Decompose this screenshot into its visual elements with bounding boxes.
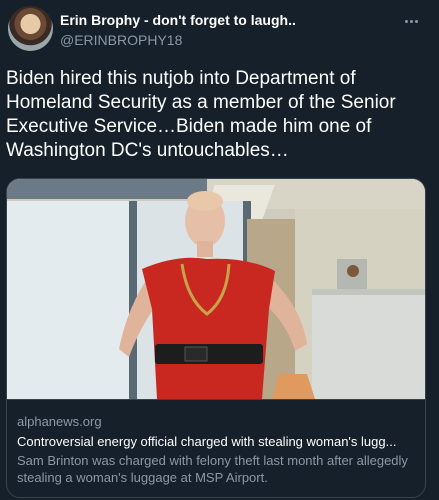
tweet[interactable]: Erin Brophy - don't forget to laugh.. @E… xyxy=(0,0,439,500)
link-card[interactable]: alphanews.org Controversial energy offic… xyxy=(6,178,426,498)
card-photo xyxy=(7,179,425,399)
author-names: Erin Brophy - don't forget to laugh.. @E… xyxy=(60,12,380,49)
tweet-text: Biden hired this nutjob into Department … xyxy=(6,68,396,161)
more-horizontal-icon[interactable] xyxy=(405,10,425,24)
tweet-header: Erin Brophy - don't forget to laugh.. @E… xyxy=(8,6,433,54)
avatar[interactable] xyxy=(8,6,53,51)
card-image[interactable] xyxy=(7,179,425,399)
card-description: Sam Brinton was charged with felony thef… xyxy=(17,453,408,485)
card-domain: alphanews.org xyxy=(17,414,102,429)
card-title[interactable]: Controversial energy official charged wi… xyxy=(17,433,417,450)
handle[interactable]: @ERINBROPHY18 xyxy=(60,31,380,49)
display-name[interactable]: Erin Brophy - don't forget to laugh.. xyxy=(60,12,380,29)
card-meta: alphanews.org Controversial energy offic… xyxy=(7,399,425,497)
